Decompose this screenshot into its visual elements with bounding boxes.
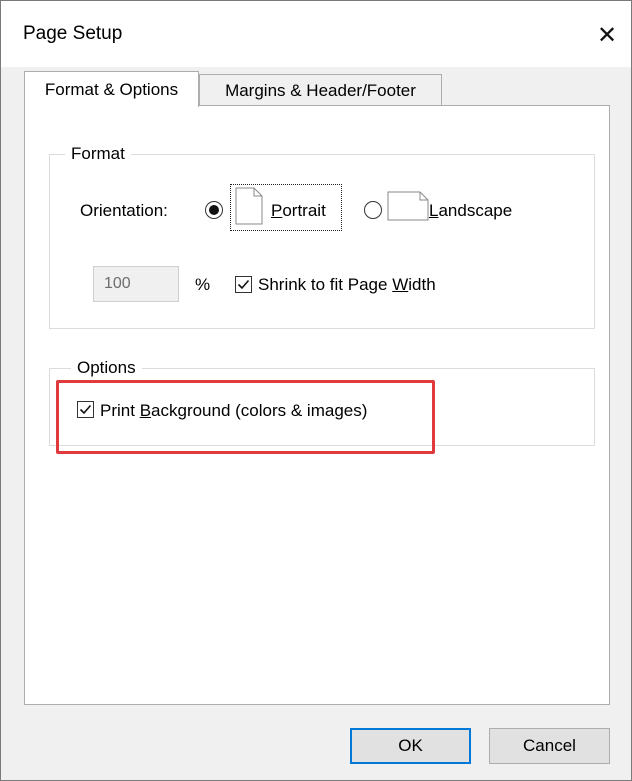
- checkmark-icon: [237, 279, 250, 290]
- format-group-title: Format: [65, 144, 131, 164]
- portrait-accel-key: P: [271, 201, 283, 220]
- shrink-to-fit-checkbox[interactable]: [235, 276, 252, 293]
- page-setup-dialog: Page Setup ✕ Format & Options Margins & …: [0, 0, 632, 781]
- cancel-button-label: Cancel: [523, 736, 576, 755]
- format-group: [49, 154, 595, 329]
- tab-margins-label: Margins & Header/Footer: [225, 80, 416, 100]
- portrait-label-post: ortrait: [282, 201, 326, 220]
- landscape-radio[interactable]: [364, 201, 382, 219]
- shrink-label-post: idth: [408, 275, 436, 294]
- tab-format-options[interactable]: Format & Options: [24, 71, 199, 107]
- options-group-title: Options: [71, 358, 142, 378]
- tab-format-options-label: Format & Options: [44, 79, 179, 99]
- ok-button-label: OK: [398, 736, 423, 755]
- radio-selected-dot: [209, 205, 219, 215]
- highlight-annotation: [56, 380, 435, 454]
- cancel-button[interactable]: Cancel: [489, 728, 610, 764]
- window-title: Page Setup: [23, 23, 123, 44]
- landscape-label-post: andscape: [438, 201, 513, 220]
- shrink-to-fit-label[interactable]: Shrink to fit Page Width: [258, 275, 436, 295]
- close-button[interactable]: ✕: [587, 15, 627, 55]
- tab-margins-header-footer[interactable]: Margins & Header/Footer: [199, 74, 442, 106]
- landscape-page-icon: [387, 191, 429, 221]
- landscape-label[interactable]: Landscape: [429, 201, 512, 221]
- orientation-label: Orientation:: [80, 201, 168, 220]
- portrait-page-icon: [235, 187, 263, 225]
- percent-label: %: [195, 275, 211, 294]
- shrink-label-pre: Shrink to fit Page: [258, 275, 393, 294]
- portrait-radio[interactable]: [205, 201, 223, 219]
- scale-input[interactable]: 100: [93, 266, 179, 302]
- shrink-accel-key: W: [392, 275, 409, 294]
- portrait-label[interactable]: Portrait: [271, 201, 326, 221]
- ok-button[interactable]: OK: [350, 728, 471, 764]
- close-icon: ✕: [596, 21, 618, 49]
- title-bar: Page Setup ✕: [1, 1, 631, 67]
